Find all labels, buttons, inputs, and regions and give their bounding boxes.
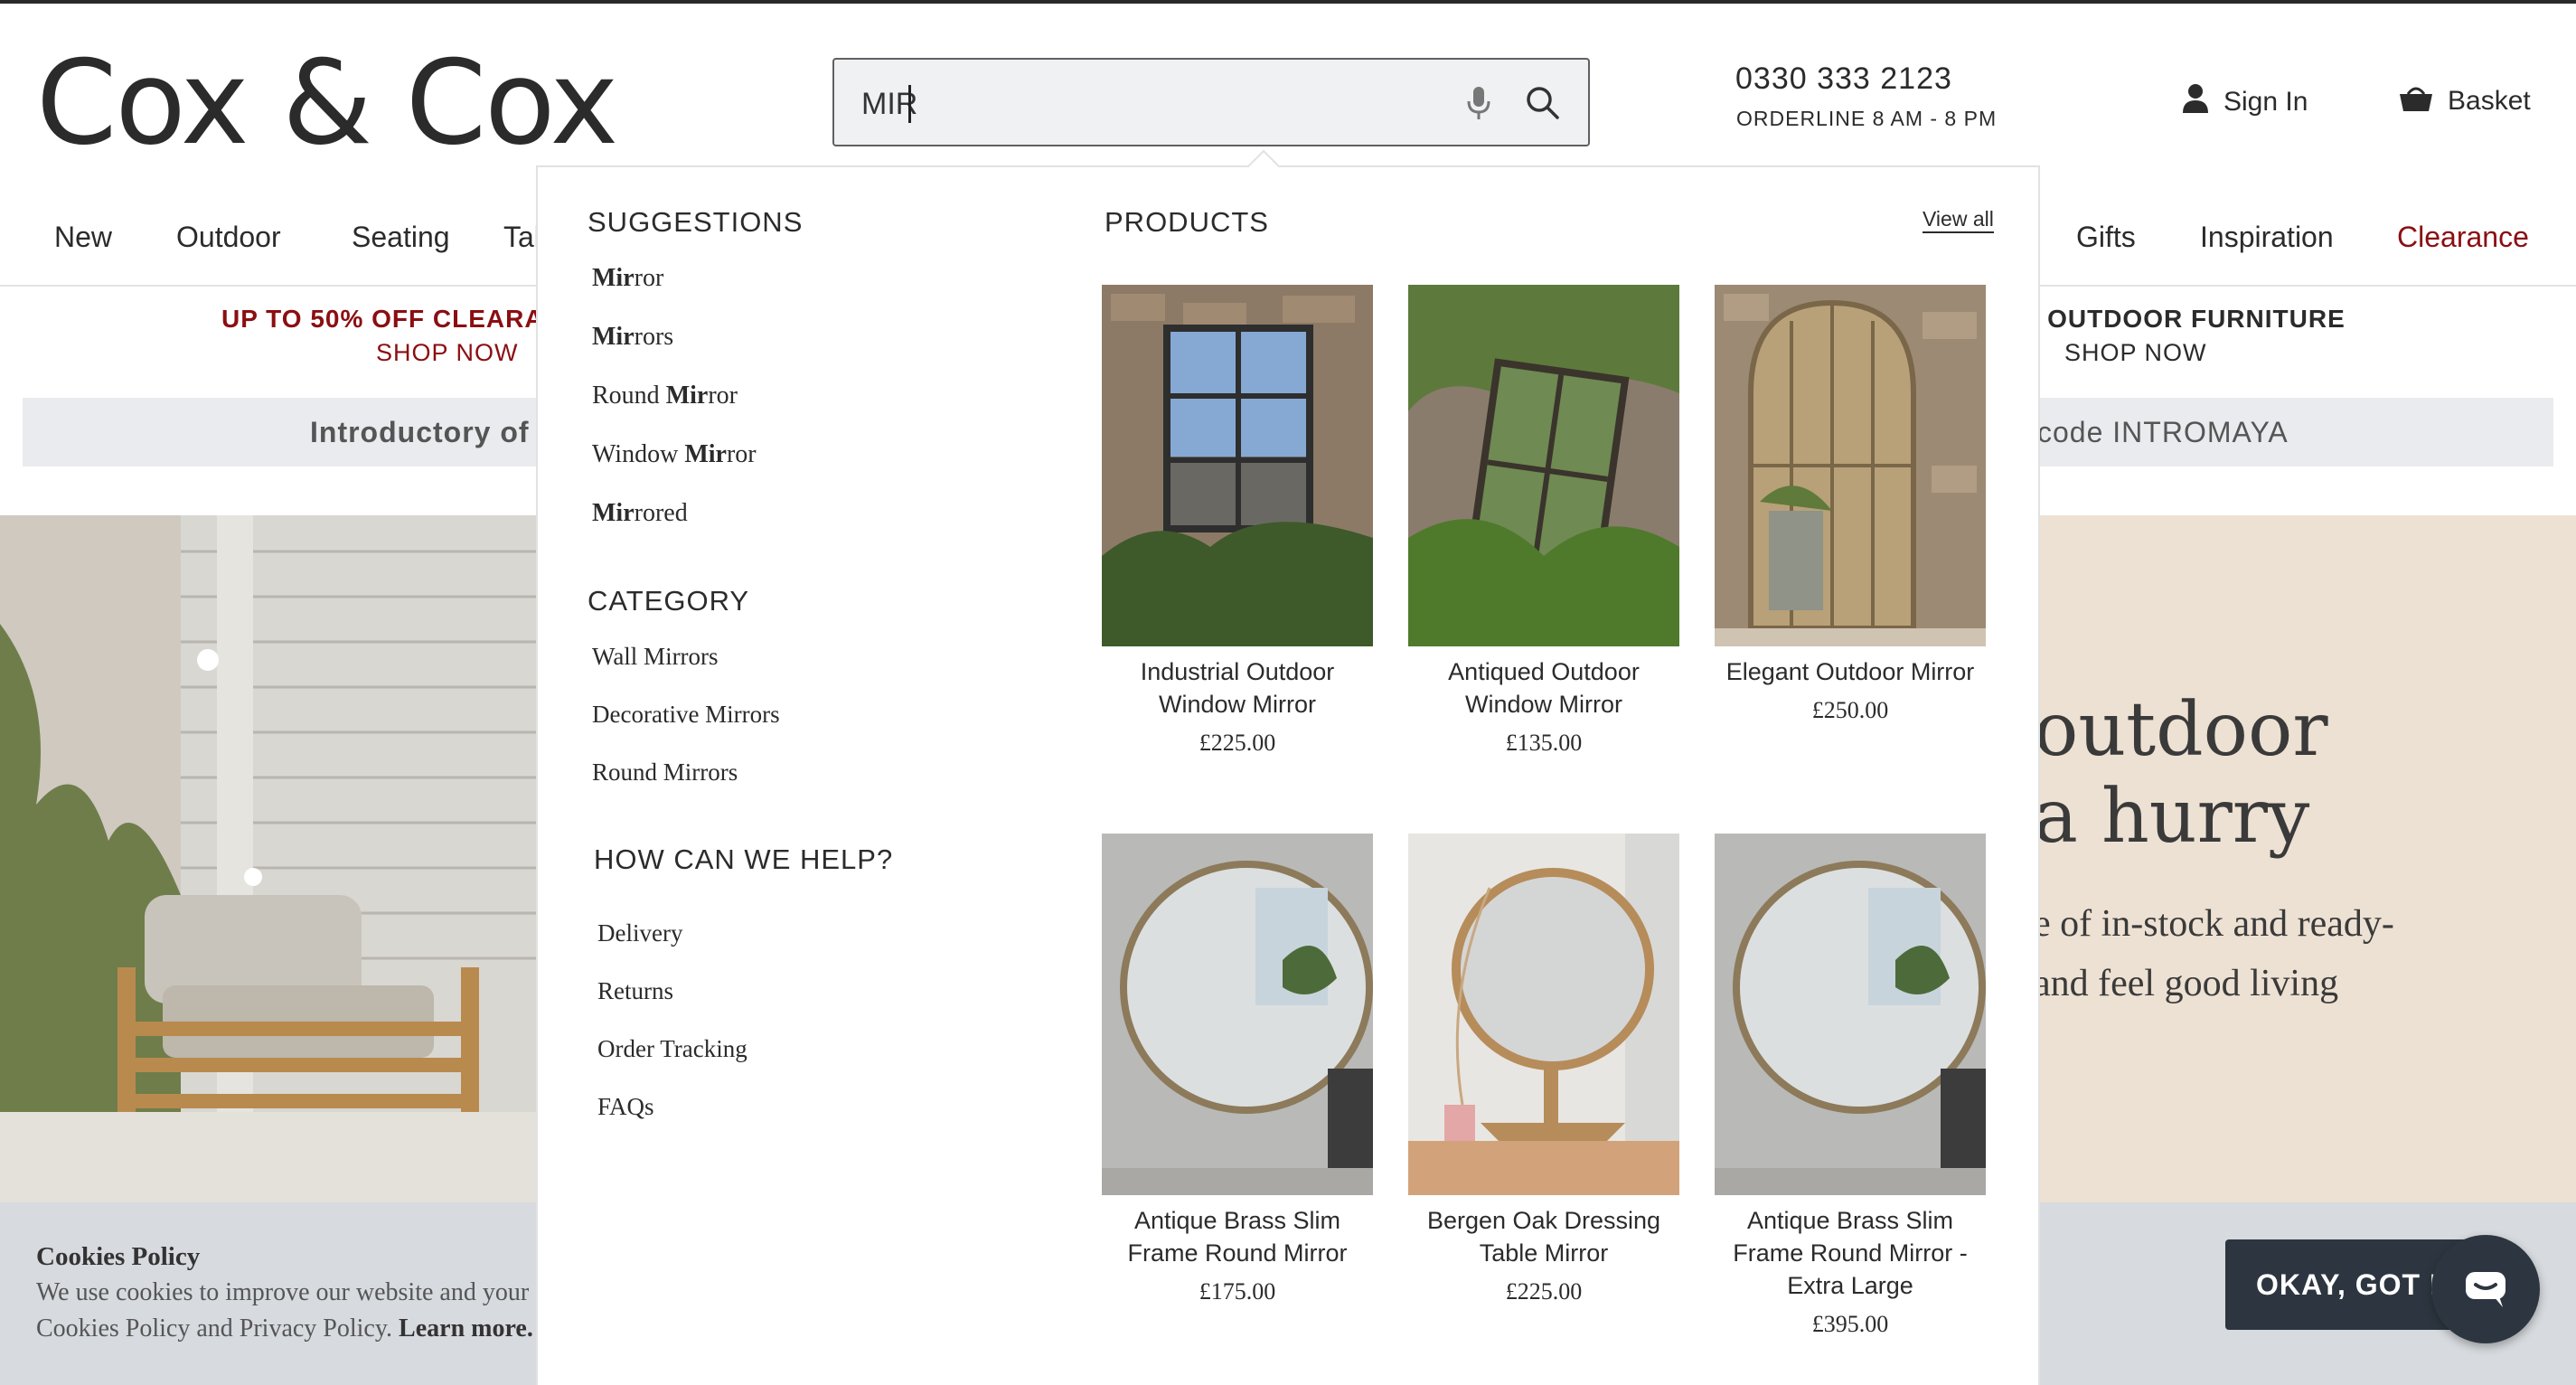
hero-heading-line1: outdoor <box>2038 687 2328 773</box>
product-name[interactable]: Industrial Outdoor Window Mirror <box>1102 655 1373 721</box>
suggestion-item[interactable]: Window Mirror <box>592 440 757 469</box>
suggestion-item[interactable]: Round Mirror <box>592 382 738 410</box>
product-price: £135.00 <box>1505 730 1583 756</box>
suggestion-item[interactable]: Mirrored <box>592 499 688 528</box>
search-icon[interactable] <box>1525 85 1561 126</box>
sign-in-label: Sign In <box>2223 87 2308 117</box>
nav-item-seating[interactable]: Seating <box>352 221 450 254</box>
help-link-delivery[interactable]: Delivery <box>597 919 682 947</box>
top-border <box>0 0 2576 4</box>
category-link[interactable]: Wall Mirrors <box>592 643 719 671</box>
product-name[interactable]: Bergen Oak Dressing Table Mirror <box>1408 1204 1679 1269</box>
product-image[interactable] <box>1102 285 1373 646</box>
user-icon <box>2182 83 2209 121</box>
text-cursor <box>908 85 911 123</box>
suggestion-item[interactable]: Mirror <box>592 264 663 293</box>
search-suggestions-dropdown: SUGGESTIONS Mirror Mirrors Round Mirror … <box>536 149 2040 1385</box>
learn-more-link[interactable]: Learn more. <box>399 1314 533 1343</box>
cookie-title: Cookies Policy <box>36 1242 201 1271</box>
basket-icon <box>2399 83 2433 119</box>
category-link[interactable]: Decorative Mirrors <box>592 701 780 729</box>
search-input[interactable] <box>860 76 1478 132</box>
product-card[interactable]: Industrial Outdoor Window Mirror £225.00 <box>1102 285 1373 757</box>
microphone-icon[interactable] <box>1465 85 1492 126</box>
hero-image <box>0 515 542 1202</box>
cookie-text-line2: Cookies Policy and Privacy Policy. Learn… <box>36 1314 533 1343</box>
cookie-text-line1: We use cookies to improve our website an… <box>36 1278 542 1306</box>
intro-offer-text: Introductory of <box>310 416 530 448</box>
intro-offer-code: code INTROMAYA <box>2037 416 2289 448</box>
product-price: £250.00 <box>1811 697 1889 723</box>
product-price: £175.00 <box>1199 1278 1276 1305</box>
nav-item-new[interactable]: New <box>54 221 112 254</box>
product-card[interactable]: Bergen Oak Dressing Table Mirror £225.00 <box>1408 834 1679 1305</box>
nav-item-clearance[interactable]: Clearance <box>2397 221 2529 254</box>
help-link-order-tracking[interactable]: Order Tracking <box>597 1035 747 1063</box>
chat-icon[interactable] <box>2431 1235 2540 1343</box>
suggestions-heading: SUGGESTIONS <box>588 206 804 238</box>
view-all-link[interactable]: View all <box>1923 207 1994 233</box>
product-price: £395.00 <box>1811 1311 1889 1337</box>
suggestion-item[interactable]: Mirrors <box>592 323 673 352</box>
help-link-returns[interactable]: Returns <box>597 977 673 1005</box>
hero-heading-line2: a hurry <box>2038 774 2310 860</box>
nav-item-inspiration[interactable]: Inspiration <box>2200 221 2334 254</box>
hero-banner[interactable]: outdoor a hurry e of in-stock and ready-… <box>2038 515 2576 1202</box>
product-name[interactable]: Antique Brass Slim Frame Round Mirror - … <box>1715 1204 1986 1302</box>
product-name[interactable]: Antique Brass Slim Frame Round Mirror <box>1102 1204 1373 1269</box>
promo-outdoor-link[interactable]: SHOP NOW <box>2064 339 2207 367</box>
hero-text-line2: and feel good living <box>2038 963 2339 1004</box>
help-heading: HOW CAN WE HELP? <box>594 843 894 875</box>
product-card[interactable]: Antique Brass Slim Frame Round Mirror £1… <box>1102 834 1373 1305</box>
sign-in-link[interactable]: Sign In <box>2182 83 2308 121</box>
product-image[interactable] <box>1715 285 1986 646</box>
hero-text-line1: e of in-stock and ready- <box>2038 903 2394 945</box>
product-image[interactable] <box>1102 834 1373 1195</box>
cookie-accept-label: OKAY, GOT IT <box>2256 1267 2458 1301</box>
product-image[interactable] <box>1715 834 1986 1195</box>
orderline-hours: ORDERLINE 8 AM - 8 PM <box>1736 107 1998 130</box>
product-card[interactable]: Elegant Outdoor Mirror £250.00 <box>1715 285 1986 724</box>
nav-item-tables[interactable]: Tal <box>503 221 541 254</box>
product-price: £225.00 <box>1505 1278 1583 1305</box>
promo-clearance-title: UP TO 50% OFF CLEARAN <box>221 305 563 333</box>
products-heading: PRODUCTS <box>1105 206 1269 238</box>
product-card[interactable]: Antique Brass Slim Frame Round Mirror - … <box>1715 834 1986 1338</box>
category-link[interactable]: Round Mirrors <box>592 758 738 787</box>
basket-link[interactable]: Basket <box>2399 83 2531 119</box>
nav-item-outdoor[interactable]: Outdoor <box>176 221 281 254</box>
product-card[interactable]: Antiqued Outdoor Window Mirror £135.00 <box>1408 285 1679 757</box>
promo-outdoor-title: ( OUTDOOR FURNITURE <box>2030 305 2346 333</box>
product-name[interactable]: Elegant Outdoor Mirror <box>1715 655 1986 688</box>
product-image[interactable] <box>1408 834 1679 1195</box>
help-link-faqs[interactable]: FAQs <box>597 1093 654 1121</box>
promo-clearance-link[interactable]: SHOP NOW <box>376 339 519 367</box>
phone-number[interactable]: 0330 333 2123 <box>1735 61 1952 97</box>
product-image[interactable] <box>1408 285 1679 646</box>
category-heading: CATEGORY <box>588 585 750 617</box>
site-logo[interactable]: Cox & Cox <box>36 36 618 172</box>
nav-item-gifts[interactable]: Gifts <box>2076 221 2136 254</box>
product-price: £225.00 <box>1199 730 1276 756</box>
basket-label: Basket <box>2448 86 2531 116</box>
cookie-policy-text: Cookies Policy and Privacy Policy. <box>36 1314 393 1343</box>
dropdown-pointer <box>1246 149 1281 184</box>
product-name[interactable]: Antiqued Outdoor Window Mirror <box>1408 655 1679 721</box>
search-box[interactable] <box>832 58 1590 146</box>
